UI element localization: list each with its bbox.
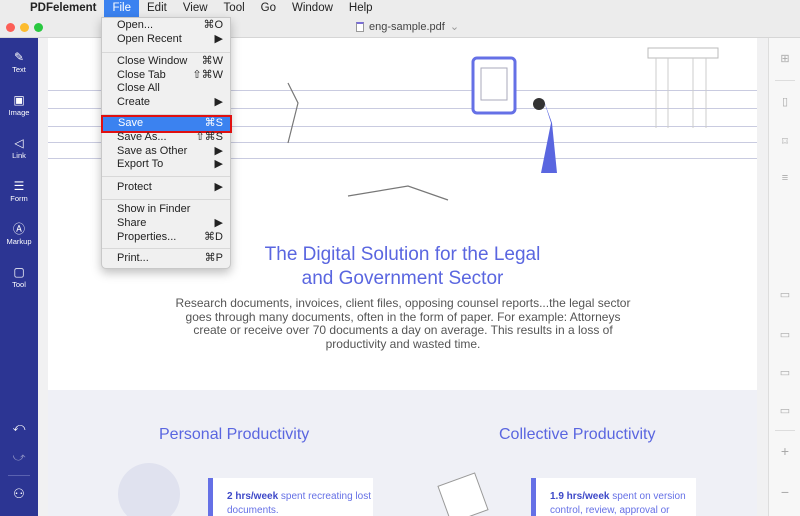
fit-height-icon[interactable]: ▭ <box>769 366 800 379</box>
close-window-button[interactable] <box>6 23 15 32</box>
stat-card: 1.9 hrs/week spent on version control, r… <box>531 478 696 516</box>
list-icon[interactable]: ≡ <box>769 172 800 184</box>
grid-icon[interactable]: ⊞ <box>769 52 800 65</box>
tool-tool[interactable]: ▢ Tool <box>0 265 38 289</box>
menu-item-properties[interactable]: Properties... ⌘D <box>102 231 230 245</box>
markup-icon: Ⓐ <box>12 222 25 236</box>
tool-icon: ▢ <box>13 265 25 279</box>
chevron-down-icon: ⌄ <box>449 21 460 33</box>
menu-item-open[interactable]: Open... ⌘O <box>102 19 230 33</box>
account-button[interactable]: ⚇ <box>0 486 38 502</box>
menu-item-save-as[interactable]: Save As... ⇧⌘S <box>102 131 230 145</box>
left-toolbar: ✎ Text ▣ Image ◁ Link ☰ Form Ⓐ Markup ▢ Tool ⤺… <box>0 38 38 516</box>
menu-app[interactable]: PDFelement <box>22 0 104 17</box>
zoom-out-icon[interactable]: − <box>769 484 800 500</box>
undo-button[interactable]: ⤺ <box>0 420 38 435</box>
menu-item-close-tab[interactable]: Close Tab ⇧⌘W <box>102 69 230 83</box>
tool-label: Form <box>10 194 28 203</box>
tool-form[interactable]: ☰ Form <box>0 179 38 203</box>
pencil-icon: ✎ <box>13 50 25 64</box>
document-paragraph: Research documents, invoices, client fil… <box>175 296 631 351</box>
menu-item-export-to[interactable]: Export To ▶ <box>102 158 230 172</box>
personal-productivity-heading: Personal Productivity <box>159 426 310 443</box>
collective-productivity-heading: Collective Productivity <box>499 426 656 443</box>
dog-illustration <box>118 463 180 516</box>
tool-text[interactable]: ✎ Text <box>0 50 38 74</box>
menu-view[interactable]: View <box>175 0 216 17</box>
actual-size-icon[interactable]: ▭ <box>769 288 800 301</box>
menu-item-close-all[interactable]: Close All <box>102 82 230 96</box>
tool-label: Tool <box>12 280 26 289</box>
document-title[interactable]: eng-sample.pdf ⌄ <box>356 20 459 33</box>
menu-file[interactable]: File <box>104 0 139 17</box>
divider <box>8 475 30 476</box>
fit-width-icon[interactable]: ▭ <box>769 328 800 341</box>
menu-item-print[interactable]: Print... ⌘P <box>102 252 230 266</box>
menu-item-save[interactable]: Save ⌘S <box>101 115 232 133</box>
tool-label: Link <box>12 151 26 160</box>
fit-page-icon[interactable]: ▭ <box>769 404 800 417</box>
tool-label: Image <box>8 108 30 117</box>
tool-label: Markup <box>6 237 32 246</box>
menu-item-show-in-finder[interactable]: Show in Finder <box>102 203 230 217</box>
form-icon: ☰ <box>13 179 25 193</box>
apple-menu[interactable] <box>0 0 22 17</box>
menu-item-protect[interactable]: Protect ▶ <box>102 181 230 195</box>
stat-card: 2 hrs/week spent recreating lost documen… <box>208 478 373 516</box>
zoom-window-button[interactable] <box>34 23 43 32</box>
tool-link[interactable]: ◁ Link <box>0 136 38 160</box>
file-icon <box>356 21 364 32</box>
user-icon: ⚇ <box>13 486 25 501</box>
menu-item-close-window[interactable]: Close Window ⌘W <box>102 55 230 69</box>
right-panel: ⊞ ▯ ⌑ ≡ ▭ ▭ ▭ ▭ + − <box>768 38 800 516</box>
menu-go[interactable]: Go <box>253 0 284 17</box>
page-icon[interactable]: ▯ <box>769 95 800 108</box>
menu-edit[interactable]: Edit <box>139 0 175 17</box>
bookmark-icon[interactable]: ⌑ <box>769 135 800 148</box>
menu-item-share[interactable]: Share ▶ <box>102 217 230 231</box>
link-icon: ◁ <box>14 136 24 150</box>
menu-item-create[interactable]: Create ▶ <box>102 96 230 110</box>
minimize-window-button[interactable] <box>20 23 29 32</box>
menu-window[interactable]: Window <box>284 0 341 17</box>
tool-image[interactable]: ▣ Image <box>0 93 38 117</box>
file-menu: Open... ⌘O Open Recent ▶ Close Window ⌘W Cl… <box>101 17 232 269</box>
menu-help[interactable]: Help <box>341 0 381 17</box>
menu-item-open-recent[interactable]: Open Recent ▶ <box>102 33 230 47</box>
image-icon: ▣ <box>13 93 25 107</box>
undo-icon: ⤺ <box>12 420 26 434</box>
document-name: eng-sample.pdf <box>369 20 445 33</box>
tool-markup[interactable]: Ⓐ Markup <box>0 222 38 246</box>
redo-button[interactable]: ⤻ <box>0 450 38 465</box>
redo-icon: ⤻ <box>12 450 26 464</box>
tool-label: Text <box>12 65 26 74</box>
menu-tool[interactable]: Tool <box>216 0 253 17</box>
menu-bar: PDFelement File Edit View Tool Go Window… <box>0 0 800 17</box>
zoom-in-icon[interactable]: + <box>769 443 800 459</box>
menu-item-save-as-other[interactable]: Save as Other ▶ <box>102 145 230 159</box>
